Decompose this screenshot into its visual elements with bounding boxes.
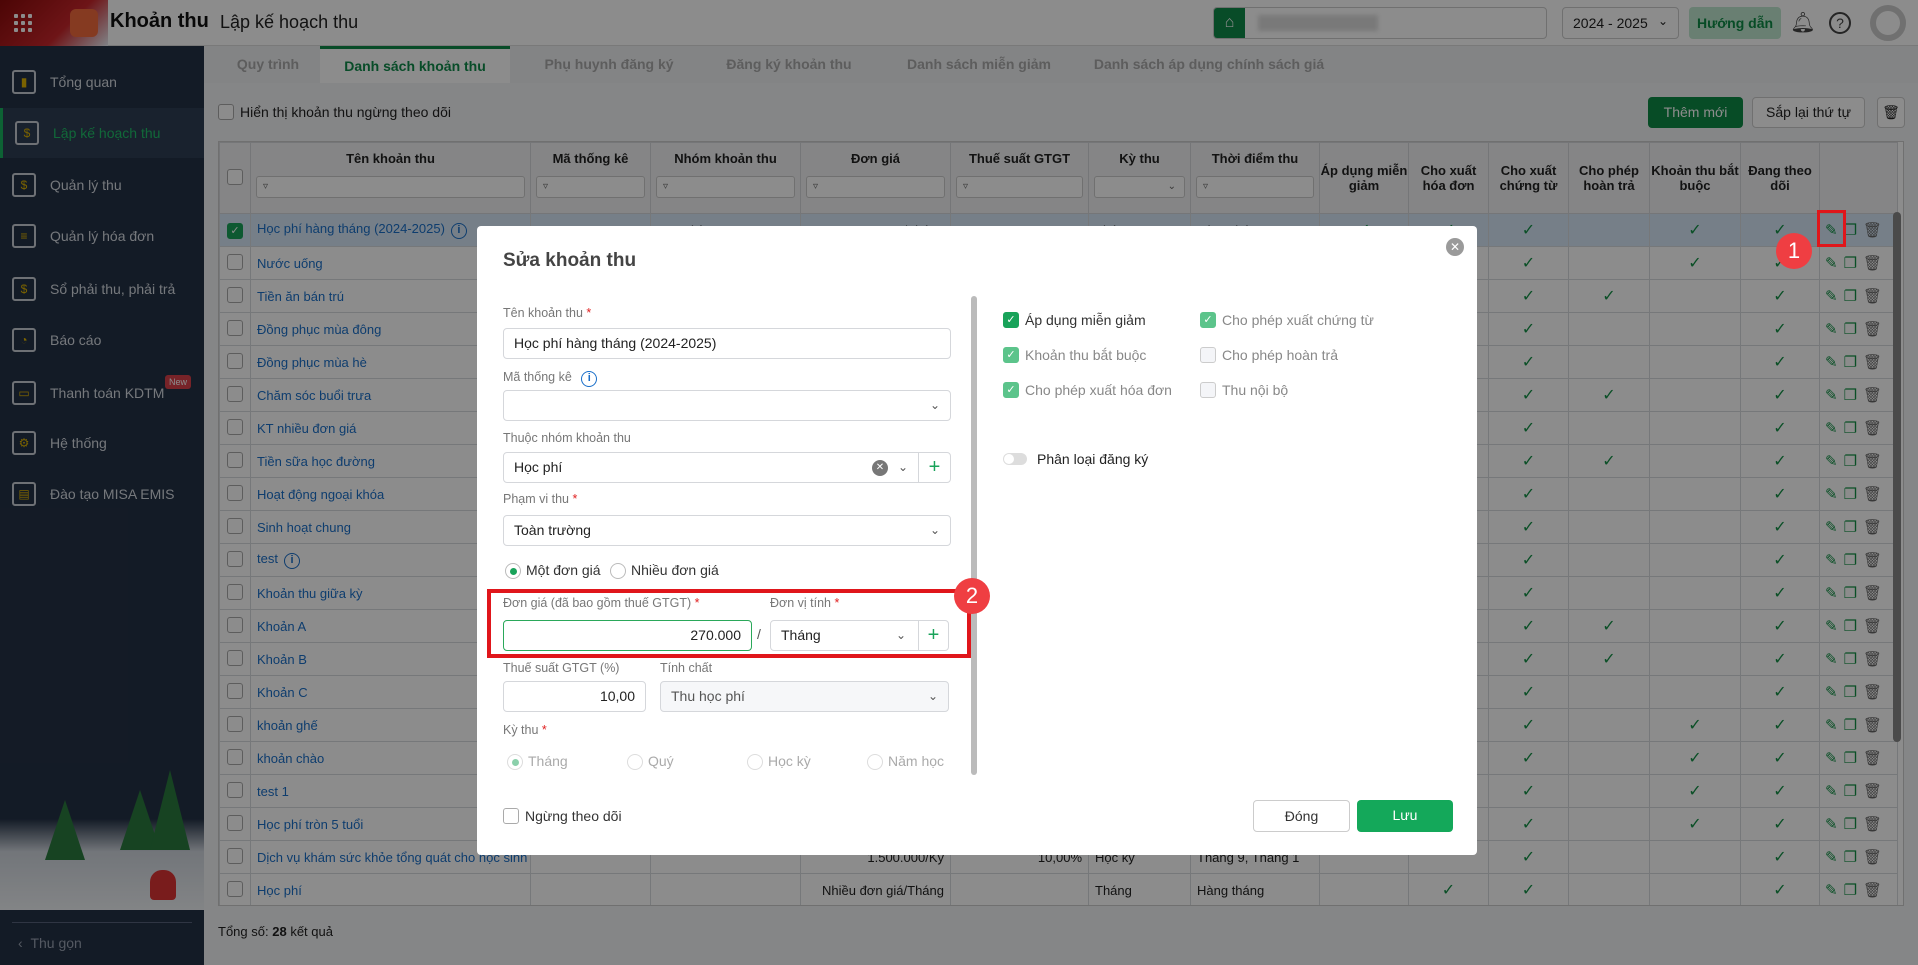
nature-label: Tính chất bbox=[660, 661, 713, 675]
chevron-down-icon: ⌄ bbox=[897, 460, 908, 474]
edit-button-highlight bbox=[1817, 210, 1846, 247]
option-allow-refund[interactable]: Cho phép hoàn trả bbox=[1200, 347, 1338, 363]
scope-select[interactable]: Toàn trường ⌄ bbox=[503, 515, 951, 546]
info-icon[interactable]: i bbox=[581, 371, 598, 387]
save-button[interactable]: Lưu bbox=[1357, 800, 1453, 832]
close-button[interactable]: Đóng bbox=[1253, 800, 1350, 832]
option-internal[interactable]: Thu nội bộ bbox=[1200, 382, 1288, 398]
single-price-radio[interactable]: Một đơn giá bbox=[505, 562, 601, 580]
step-2-callout: 2 bbox=[954, 578, 990, 614]
period-radio-month[interactable]: Tháng bbox=[507, 753, 568, 771]
period-label: Kỳ thu * bbox=[503, 723, 547, 737]
price-highlight bbox=[487, 589, 971, 658]
name-input[interactable]: Học phí hàng tháng (2024-2025) bbox=[503, 328, 951, 359]
edit-fee-dialog: Sửa khoản thu ✕ Tên khoản thu * Học phí … bbox=[477, 226, 1477, 855]
group-select[interactable]: Học phí ✕ ⌄ + bbox=[503, 452, 951, 483]
chevron-down-icon: ⌄ bbox=[929, 398, 940, 412]
register-type-toggle[interactable]: Phân loại đăng ký bbox=[1003, 451, 1148, 467]
stat-code-label: Mã thống kê i bbox=[503, 370, 598, 387]
clear-icon[interactable]: ✕ bbox=[872, 460, 888, 476]
stat-code-select[interactable]: ⌄ bbox=[503, 390, 951, 421]
period-radio-quarter[interactable]: Quý bbox=[627, 753, 674, 771]
vat-input[interactable]: 10,00 bbox=[503, 681, 646, 712]
chevron-down-icon: ⌄ bbox=[929, 523, 940, 537]
option-apply-discount[interactable]: ✓ Áp dụng miễn giảm bbox=[1003, 312, 1146, 328]
option-mandatory[interactable]: ✓ Khoản thu bắt buộc bbox=[1003, 347, 1146, 363]
dialog-title: Sửa khoản thu bbox=[503, 250, 637, 271]
option-allow-invoice[interactable]: ✓ Cho phép xuất hóa đơn bbox=[1003, 382, 1172, 398]
stop-tracking-checkbox[interactable]: Ngừng theo dõi bbox=[503, 808, 622, 824]
nature-select[interactable]: Thu học phí ⌄ bbox=[660, 681, 949, 712]
group-label: Thuộc nhóm khoản thu bbox=[503, 431, 631, 445]
name-label: Tên khoản thu * bbox=[503, 306, 592, 320]
period-radio-year[interactable]: Năm học bbox=[867, 753, 944, 771]
period-radio-semester[interactable]: Học kỳ bbox=[747, 753, 811, 771]
step-1-callout: 1 bbox=[1776, 233, 1812, 269]
chevron-down-icon: ⌄ bbox=[927, 689, 938, 703]
dialog-scrollbar[interactable] bbox=[971, 296, 977, 775]
group-value: Học phí bbox=[514, 459, 563, 475]
multiple-price-radio[interactable]: Nhiều đơn giá bbox=[610, 562, 719, 580]
add-group-button[interactable]: + bbox=[918, 453, 950, 482]
close-icon[interactable]: ✕ bbox=[1446, 238, 1464, 256]
option-allow-voucher[interactable]: ✓ Cho phép xuất chứng từ bbox=[1200, 312, 1374, 328]
vat-label: Thuế suất GTGT (%) bbox=[503, 661, 620, 675]
scope-label: Phạm vi thu * bbox=[503, 492, 578, 506]
